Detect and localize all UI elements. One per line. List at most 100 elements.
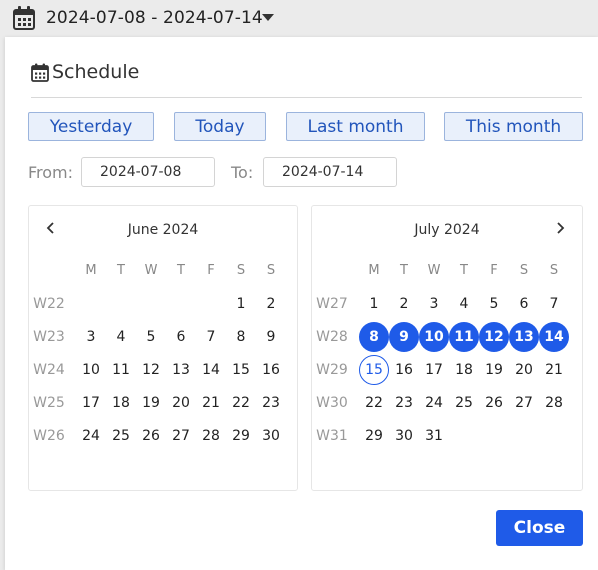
day-cell[interactable]: 6 <box>509 289 539 319</box>
day-cell[interactable]: 21 <box>539 355 569 385</box>
day-cell[interactable]: 29 <box>226 421 256 451</box>
day-cell[interactable]: 6 <box>166 322 196 352</box>
day-cell[interactable]: 24 <box>419 388 449 418</box>
day-cell[interactable]: 27 <box>509 388 539 418</box>
day-cell[interactable]: 3 <box>419 289 449 319</box>
week-row: W30 22 23 24 25 26 27 28 <box>312 388 582 421</box>
day-cell[interactable]: 2 <box>389 289 419 319</box>
day-cell[interactable]: 11 <box>449 322 479 352</box>
day-cell[interactable]: 31 <box>419 421 449 451</box>
week-number: W27 <box>316 296 348 312</box>
day-cell[interactable]: 9 <box>389 322 419 352</box>
day-cell[interactable]: 22 <box>226 388 256 418</box>
day-cell[interactable]: 13 <box>166 355 196 385</box>
date-range-label: 2024-07-08 - 2024-07-14 <box>46 8 263 28</box>
day-cell[interactable]: 18 <box>106 388 136 418</box>
week-row: W27 1 2 3 4 5 6 7 <box>312 289 582 322</box>
day-cell[interactable]: 5 <box>479 289 509 319</box>
day-cell[interactable]: 23 <box>256 388 286 418</box>
day-cell[interactable]: 28 <box>539 388 569 418</box>
week-number: W23 <box>33 329 65 345</box>
day-cell[interactable]: 25 <box>449 388 479 418</box>
month-title: June 2024 <box>127 222 199 238</box>
from-date-input[interactable]: 2024-07-08 <box>81 157 215 187</box>
day-cell[interactable]: 23 <box>389 388 419 418</box>
day-cell[interactable]: 12 <box>479 322 509 352</box>
popover-title: Schedule <box>52 61 140 83</box>
day-cell[interactable]: 17 <box>419 355 449 385</box>
day-cell[interactable]: 18 <box>449 355 479 385</box>
day-cell[interactable]: 1 <box>226 289 256 319</box>
day-cell[interactable]: 13 <box>509 322 539 352</box>
day-cell[interactable]: 29 <box>359 421 389 451</box>
day-cell[interactable]: 26 <box>136 421 166 451</box>
day-cell[interactable]: 24 <box>76 421 106 451</box>
week-row: W31 29 30 31 <box>312 421 582 454</box>
week-row: W26 24 25 26 27 28 29 30 <box>29 421 299 454</box>
yesterday-button[interactable]: Yesterday <box>28 112 154 141</box>
day-cell[interactable]: 5 <box>136 322 166 352</box>
day-cell[interactable]: 21 <box>196 388 226 418</box>
popover-header: Schedule <box>31 61 582 98</box>
month-title: July 2024 <box>414 222 480 238</box>
day-cell[interactable]: 17 <box>76 388 106 418</box>
caret-down-icon[interactable] <box>262 14 274 21</box>
day-cell[interactable]: 11 <box>106 355 136 385</box>
day-cell[interactable]: 22 <box>359 388 389 418</box>
to-date-input[interactable]: 2024-07-14 <box>263 157 397 187</box>
day-cell[interactable]: 3 <box>76 322 106 352</box>
day-cell[interactable]: 19 <box>136 388 166 418</box>
weekday-header: M <box>85 263 97 278</box>
weekday-header: T <box>400 263 408 278</box>
weekday-header: S <box>266 263 276 278</box>
day-cell[interactable]: 25 <box>106 421 136 451</box>
close-button[interactable]: Close <box>496 510 583 546</box>
day-cell[interactable]: 20 <box>166 388 196 418</box>
day-cell[interactable]: 8 <box>226 322 256 352</box>
day-cell[interactable]: 27 <box>166 421 196 451</box>
day-cell[interactable]: 26 <box>479 388 509 418</box>
day-cell[interactable]: 30 <box>389 421 419 451</box>
day-cell[interactable]: 16 <box>256 355 286 385</box>
day-cell[interactable]: 4 <box>449 289 479 319</box>
weekday-header: F <box>490 263 498 278</box>
week-number: W30 <box>316 395 348 411</box>
schedule-popover: Schedule Yesterday Today Last month This… <box>5 37 598 570</box>
week-number: W25 <box>33 395 65 411</box>
day-cell[interactable]: 14 <box>196 355 226 385</box>
this-month-button[interactable]: This month <box>444 112 583 141</box>
weekday-header: F <box>207 263 215 278</box>
calendar-icon <box>12 5 36 35</box>
day-cell[interactable]: 15 <box>226 355 256 385</box>
month-grid: M T W T F S S W22 1 2 W23 3 4 5 6 7 8 9 W24 10 11 12 13 14 15 16 W… <box>29 256 299 454</box>
day-cell[interactable]: 15 <box>359 355 389 385</box>
day-cell[interactable]: 28 <box>196 421 226 451</box>
day-cell[interactable]: 8 <box>359 322 389 352</box>
day-cell[interactable]: 19 <box>479 355 509 385</box>
day-cell[interactable]: 30 <box>256 421 286 451</box>
week-number: W28 <box>316 329 348 345</box>
day-cell[interactable]: 7 <box>539 289 569 319</box>
week-row: W25 17 18 19 20 21 22 23 <box>29 388 299 421</box>
weekday-header: W <box>427 263 441 278</box>
day-cell[interactable]: 16 <box>389 355 419 385</box>
day-cell[interactable]: 9 <box>256 322 286 352</box>
last-month-button[interactable]: Last month <box>286 112 425 141</box>
day-cell[interactable]: 14 <box>539 322 569 352</box>
day-cell[interactable]: 7 <box>196 322 226 352</box>
day-cell[interactable]: 1 <box>359 289 389 319</box>
day-cell[interactable]: 10 <box>76 355 106 385</box>
today-button[interactable]: Today <box>174 112 266 141</box>
weekday-header: M <box>368 263 380 278</box>
day-cell[interactable]: 4 <box>106 322 136 352</box>
week-number: W29 <box>316 362 348 378</box>
week-row: W28 8 9 10 11 12 13 14 <box>312 322 582 355</box>
month-grid: M T W T F S S W27 1 2 3 4 5 6 7 W28 8 9 10 11 12 13 14 W29 15 16 1… <box>312 256 582 454</box>
day-cell[interactable]: 12 <box>136 355 166 385</box>
day-cell[interactable]: 10 <box>419 322 449 352</box>
to-label: To: <box>231 163 254 182</box>
week-number: W22 <box>33 296 65 312</box>
day-cell[interactable]: 20 <box>509 355 539 385</box>
day-cell[interactable]: 2 <box>256 289 286 319</box>
date-range-picker-trigger[interactable]: 2024-07-08 - 2024-07-14 <box>0 0 598 38</box>
